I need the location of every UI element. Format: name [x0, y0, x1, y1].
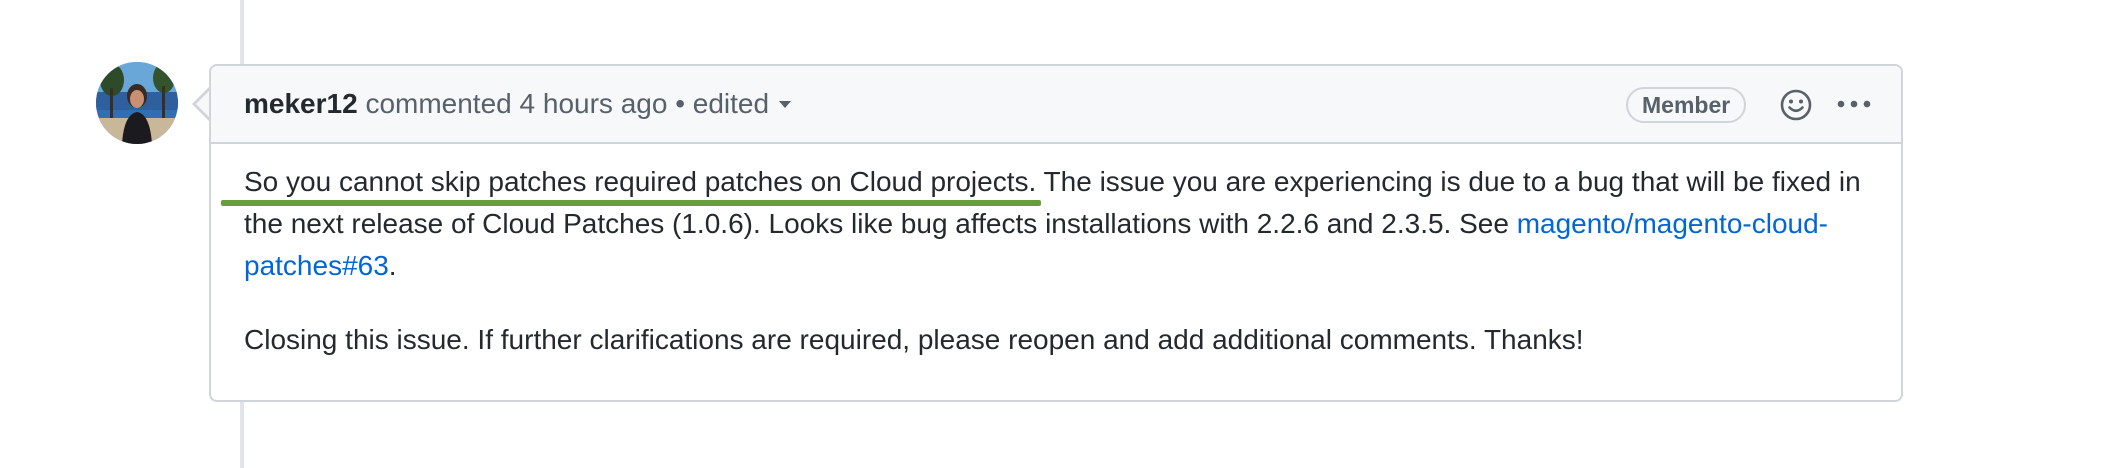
more-options-button[interactable] [1836, 96, 1872, 112]
comment-box: meker12 commented 4 hours ago • edited M… [209, 64, 1903, 402]
highlighted-sentence: So you cannot skip patches required patc… [221, 166, 1042, 206]
role-badge: Member [1626, 87, 1747, 123]
avatar[interactable] [96, 62, 178, 144]
kebab-horizontal-icon [1837, 100, 1871, 108]
comment-meta: meker12 commented 4 hours ago • edited [244, 87, 792, 121]
smiley-icon [1780, 89, 1812, 121]
action-text: commented [365, 88, 512, 119]
comment-body: So you cannot skip patches required patc… [221, 161, 1874, 361]
underline-annotation [221, 200, 1042, 206]
highlighted-text: So you cannot skip patches required patc… [244, 166, 1037, 197]
trailing-period: . [388, 250, 397, 281]
timestamp-link[interactable]: 4 hours ago [520, 88, 668, 119]
comment-header: meker12 commented 4 hours ago • edited M… [211, 66, 1901, 144]
caret-down-icon [779, 100, 792, 108]
author-link[interactable]: meker12 [244, 88, 358, 119]
edited-label: edited [692, 88, 770, 119]
edited-dropdown[interactable]: edited [692, 88, 792, 119]
separator: • [675, 88, 685, 119]
comment-paragraph-2: Closing this issue. If further clarifica… [244, 324, 1584, 355]
comment-paragraph-1: So you cannot skip patches required patc… [221, 161, 1874, 287]
add-reaction-button[interactable] [1779, 88, 1813, 122]
avatar-image [96, 62, 178, 144]
